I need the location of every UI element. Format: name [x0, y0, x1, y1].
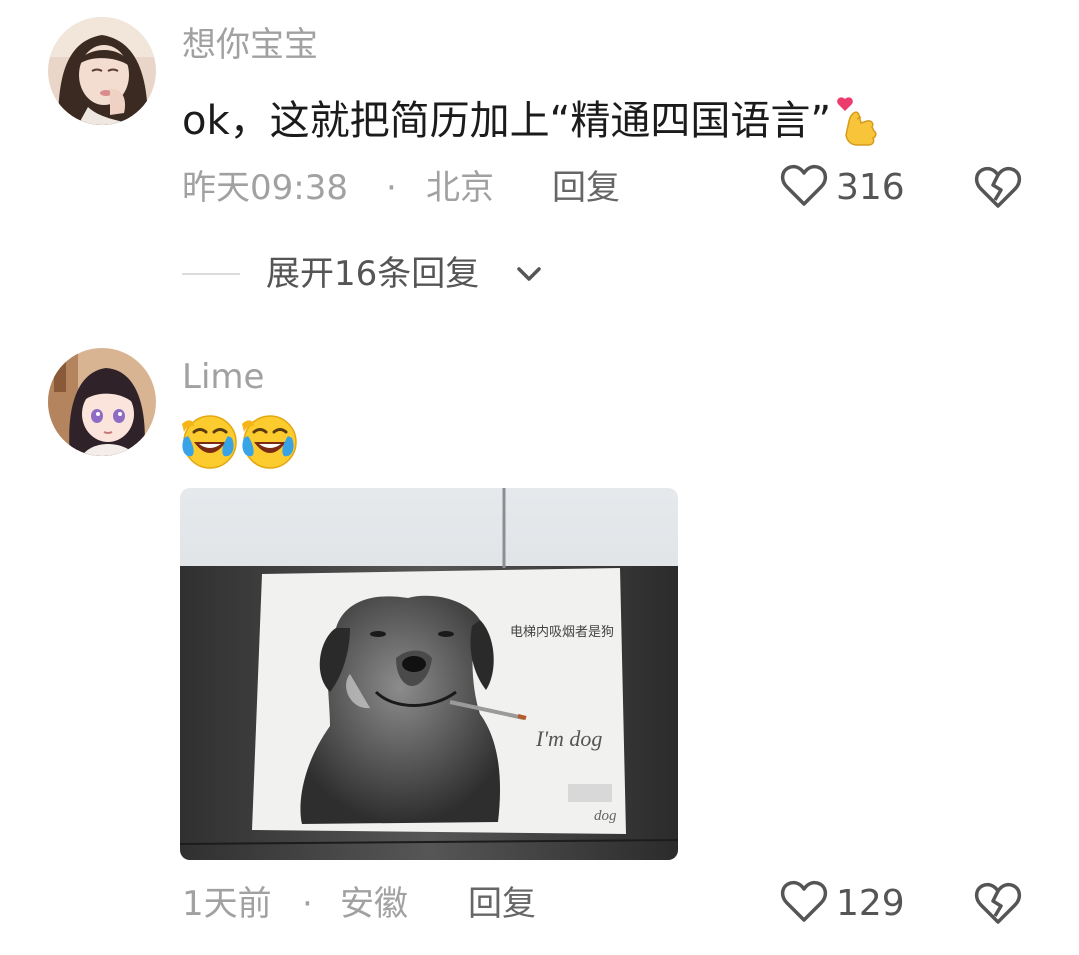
handwritten-signature: dog [594, 808, 617, 824]
reply-button[interactable]: 回复 [468, 882, 536, 926]
comment-body: ok，这就把简历加上“精通四国语言” [182, 98, 832, 144]
like-count: 129 [836, 883, 905, 924]
comment-location: 安徽 [340, 884, 408, 924]
comment-item: Lime 电梯内吸烟者是狗 I'm dog dog 1天前 · 安徽 回复 12… [0, 340, 1079, 955]
avatar[interactable] [48, 348, 156, 456]
reply-button[interactable]: 回复 [552, 166, 620, 210]
comment-meta: 1天前 · 安徽 回复 129 [182, 880, 1042, 928]
finger-heart-icon [835, 95, 879, 151]
like-button[interactable]: 316 [780, 164, 905, 212]
meta-separator: · [386, 168, 397, 208]
meta-separator: · [302, 884, 313, 924]
chevron-down-icon [516, 262, 542, 286]
comment-meta: 昨天09:38 · 北京 回复 316 [182, 164, 1042, 212]
heart-icon [780, 164, 828, 212]
heart-icon [780, 880, 828, 928]
like-count: 316 [836, 167, 905, 208]
laughing-crying-icon [240, 412, 298, 470]
comment-time: 1天前 [182, 884, 272, 924]
broken-heart-icon[interactable] [974, 166, 1022, 210]
handwritten-note: I'm dog [535, 726, 602, 751]
comment-emojis [180, 412, 300, 472]
broken-heart-icon[interactable] [974, 882, 1022, 926]
sign-text: 电梯内吸烟者是狗 [510, 624, 614, 639]
comment-text: ok，这就把简历加上“精通四国语言” [182, 95, 879, 151]
divider [182, 273, 240, 275]
username[interactable]: Lime [182, 357, 264, 397]
avatar[interactable] [48, 17, 156, 125]
expand-replies-button[interactable]: 展开16条回复 [182, 252, 682, 296]
username[interactable]: 想你宝宝 [182, 25, 318, 65]
comment-time: 昨天09:38 [182, 168, 348, 208]
expand-replies-label: 展开16条回复 [266, 254, 480, 294]
comment-item: 想你宝宝 ok，这就把简历加上“精通四国语言” 昨天09:38 · 北京 回复 … [0, 0, 1079, 300]
attached-photo[interactable]: 电梯内吸烟者是狗 I'm dog dog [180, 488, 678, 860]
comment-location: 北京 [426, 168, 494, 208]
like-button[interactable]: 129 [780, 880, 905, 928]
laughing-crying-icon [180, 412, 238, 470]
